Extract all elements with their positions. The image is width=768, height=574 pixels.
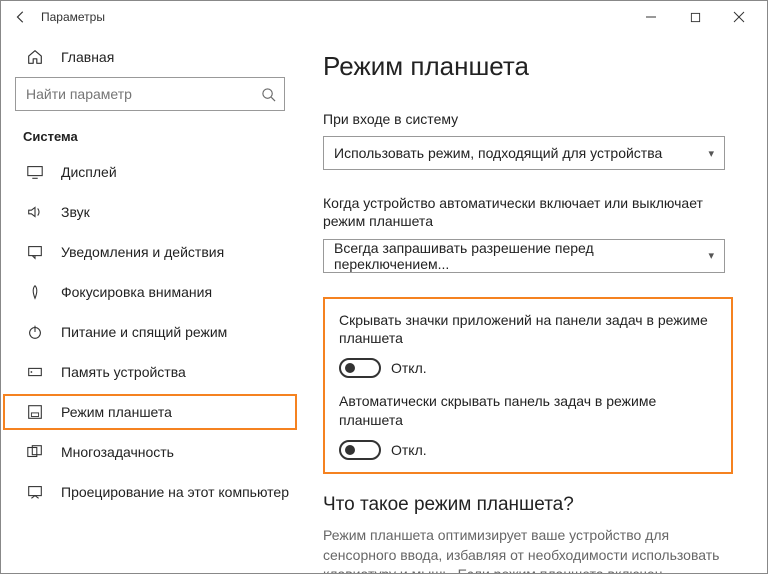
storage-icon [23,360,47,384]
nav-list: Дисплей Звук Уведомления и действия Фоку… [1,152,299,573]
focus-icon [23,280,47,304]
sidebar-item-label: Режим планшета [61,404,172,420]
sidebar-item-sound[interactable]: Звук [1,192,299,232]
content-pane: Режим планшета При входе в систему Испол… [299,33,767,573]
sidebar-item-focus[interactable]: Фокусировка внимания [1,272,299,312]
home-link[interactable]: Главная [1,37,299,77]
toggle-hide-icons[interactable] [339,358,381,378]
toggle-state-text: Откл. [391,360,427,376]
sidebar-item-notifications[interactable]: Уведомления и действия [1,232,299,272]
display-icon [23,160,47,184]
titlebar: Параметры [1,1,767,33]
toggle-hide-icons-label: Скрывать значки приложений на панели зад… [339,311,717,349]
sidebar-item-label: Многозадачность [61,444,174,460]
window-title: Параметры [41,10,629,24]
sidebar-item-label: Дисплей [61,164,117,180]
power-icon [23,320,47,344]
settings-window: Параметры Главная [0,0,768,574]
tablet-icon [23,400,47,424]
search-box[interactable] [15,77,285,111]
sidebar-item-label: Уведомления и действия [61,244,224,260]
dropdown-value: Использовать режим, подходящий для устро… [334,145,662,161]
notifications-icon [23,240,47,264]
auto-label: Когда устройство автоматически включает … [323,194,743,230]
toggle-hide-taskbar-label: Автоматически скрывать панель задач в ре… [339,392,717,430]
chevron-down-icon: ▾ [708,249,714,262]
toggle-state-text: Откл. [391,442,427,458]
sidebar-item-label: Проецирование на этот компьютер [61,484,289,500]
sidebar-item-label: Память устройства [61,364,186,380]
sidebar-item-label: Звук [61,204,90,220]
sidebar-item-display[interactable]: Дисплей [1,152,299,192]
sidebar-item-label: Питание и спящий режим [61,324,227,340]
close-button[interactable] [717,3,761,31]
home-icon [23,45,47,69]
multitasking-icon [23,440,47,464]
sidebar-item-power[interactable]: Питание и спящий режим [1,312,299,352]
toggle-hide-taskbar[interactable] [339,440,381,460]
signin-label: При входе в систему [323,110,743,128]
sound-icon [23,200,47,224]
projecting-icon [23,480,47,504]
maximize-button[interactable] [673,3,717,31]
auto-dropdown[interactable]: Всегда запрашивать разрешение перед пере… [323,239,725,273]
sidebar-item-storage[interactable]: Память устройства [1,352,299,392]
highlight-box: Скрывать значки приложений на панели зад… [323,297,733,475]
signin-dropdown[interactable]: Использовать режим, подходящий для устро… [323,136,725,170]
back-button[interactable] [7,3,35,31]
page-title: Режим планшета [323,51,743,82]
sidebar-item-label: Фокусировка внимания [61,284,212,300]
what-is-description: Режим планшета оптимизирует ваше устройс… [323,526,733,573]
search-input[interactable] [16,86,252,102]
dropdown-value: Всегда запрашивать разрешение перед пере… [334,240,708,272]
chevron-down-icon: ▾ [708,147,714,160]
sidebar-item-tablet-mode[interactable]: Режим планшета [1,392,299,432]
home-label: Главная [61,49,114,65]
minimize-button[interactable] [629,3,673,31]
sidebar-item-multitasking[interactable]: Многозадачность [1,432,299,472]
sidebar-item-projecting[interactable]: Проецирование на этот компьютер [1,472,299,512]
section-title: Система [1,121,299,152]
sidebar: Главная Система Дисплей Звук [1,33,299,573]
search-icon [252,87,284,102]
what-is-heading: Что такое режим планшета? [323,494,743,516]
